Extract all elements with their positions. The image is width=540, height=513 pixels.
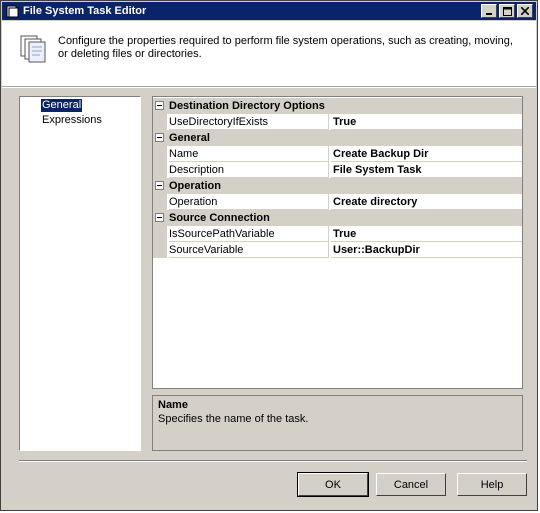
category-destination-directory-options[interactable]: Destination Directory Options <box>153 98 522 114</box>
collapse-icon[interactable] <box>155 101 164 110</box>
property-name: Name <box>169 146 329 162</box>
category-label: Operation <box>169 180 221 192</box>
maximize-icon <box>502 6 512 16</box>
page-list-item-general[interactable]: General <box>41 99 83 112</box>
title-bar[interactable]: File System Task Editor <box>2 2 536 20</box>
collapse-icon[interactable] <box>155 181 164 190</box>
page-list-item-expressions[interactable]: Expressions <box>41 114 103 127</box>
category-source-connection[interactable]: Source Connection <box>153 210 522 226</box>
property-value[interactable]: Create directory <box>331 194 522 210</box>
close-icon <box>521 7 529 15</box>
property-row-description[interactable]: Description File System Task <box>153 162 522 178</box>
property-name: SourceVariable <box>169 242 329 258</box>
description-text: Specifies the name of the task. <box>158 413 309 425</box>
property-description-panel: Name Specifies the name of the task. <box>152 395 523 451</box>
property-name: UseDirectoryIfExists <box>169 114 329 130</box>
property-value[interactable]: Create Backup Dir <box>331 146 522 162</box>
minimize-button[interactable] <box>481 4 497 18</box>
property-name: Operation <box>169 194 329 210</box>
category-operation[interactable]: Operation <box>153 178 522 194</box>
property-value[interactable]: True <box>331 114 522 130</box>
button-separator <box>19 460 527 462</box>
window-title: File System Task Editor <box>23 5 147 17</box>
category-general[interactable]: General <box>153 130 522 146</box>
property-row-sourcevariable[interactable]: SourceVariable User::BackupDir <box>153 242 522 258</box>
collapse-icon[interactable] <box>155 133 164 142</box>
collapse-icon[interactable] <box>155 213 164 222</box>
property-value[interactable]: True <box>331 226 522 242</box>
task-editor-app-icon <box>5 4 19 18</box>
property-row-operation[interactable]: Operation Create directory <box>153 194 522 210</box>
close-button[interactable] <box>517 4 533 18</box>
property-name: IsSourcePathVariable <box>169 226 329 242</box>
file-system-task-icon <box>20 35 46 66</box>
header-panel: Configure the properties required to per… <box>2 21 536 87</box>
property-name: Description <box>169 162 329 178</box>
header-separator <box>2 87 536 88</box>
help-button[interactable]: Help <box>457 473 527 496</box>
property-row-name[interactable]: Name Create Backup Dir <box>153 146 522 162</box>
property-value[interactable]: File System Task <box>331 162 522 178</box>
category-label: Destination Directory Options <box>169 100 325 112</box>
page-list[interactable]: General Expressions <box>19 96 141 451</box>
ok-button[interactable]: OK <box>297 472 369 497</box>
category-label: Source Connection <box>169 212 270 224</box>
property-value[interactable]: User::BackupDir <box>331 242 522 258</box>
property-row-issourcepathvariable[interactable]: IsSourcePathVariable True <box>153 226 522 242</box>
cancel-button[interactable]: Cancel <box>376 473 446 496</box>
dialog-window: File System Task Editor Configure the pr… <box>0 0 538 511</box>
category-label: General <box>169 132 210 144</box>
property-row-usedirectoryifexists[interactable]: UseDirectoryIfExists True <box>153 114 522 130</box>
property-grid[interactable]: Destination Directory Options UseDirecto… <box>152 96 523 389</box>
header-description: Configure the properties required to per… <box>58 35 513 60</box>
description-title: Name <box>158 399 188 411</box>
maximize-button[interactable] <box>499 4 515 18</box>
minimize-icon <box>486 13 492 15</box>
